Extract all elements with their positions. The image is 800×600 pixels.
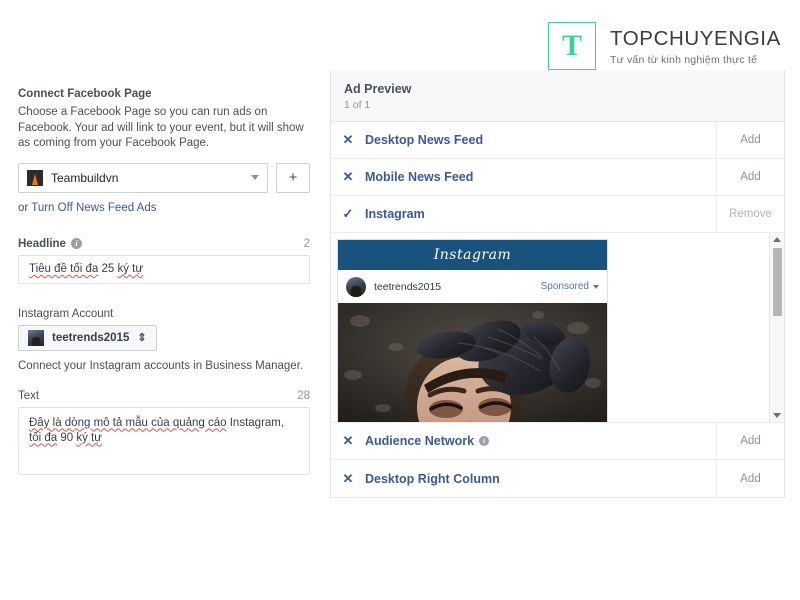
headline-value-b: 25 (98, 263, 118, 275)
brand-text: TOPCHUYENGIA Tư vấn từ kinh nghiệm thực … (610, 27, 781, 66)
preview-scrollbar[interactable] (769, 233, 784, 422)
brand-mark-icon: T (548, 22, 596, 70)
scroll-down-arrow-icon[interactable] (770, 409, 784, 422)
headline-label-row: Headline i 2 (18, 238, 310, 250)
instagram-account-value: teetrends2015 (52, 331, 130, 344)
placement-label: Instagram (365, 207, 425, 221)
page-select-value: Teambuildvn (51, 170, 119, 185)
ad-preview-panel: Ad Preview 1 of 1 ✕ Desktop News Feed Ad… (330, 70, 785, 498)
brand-tagline: Tư vấn từ kinh nghiệm thực tế (610, 53, 758, 66)
page-select-row: Teambuildvn + (18, 162, 310, 193)
placement-row-desktop-news-feed[interactable]: ✕ Desktop News Feed Add (331, 122, 784, 159)
ad-preview-title: Ad Preview (344, 82, 412, 96)
headline-value-a: Tiêu đề tối đa (29, 263, 99, 275)
headline-label-group: Headline i (18, 238, 82, 250)
brand-mark-letter: T (561, 29, 582, 62)
placement-row-mobile-news-feed[interactable]: ✕ Mobile News Feed Add (331, 159, 784, 196)
text-value-e: ký tự (76, 431, 102, 444)
avatar (346, 276, 366, 297)
close-icon[interactable]: ✕ (331, 169, 365, 185)
check-icon[interactable]: ✓ (331, 206, 365, 222)
placement-add-button[interactable]: Add (716, 423, 784, 459)
placement-add-button[interactable]: Add (716, 122, 784, 158)
ad-preview-count: 1 of 1 (344, 99, 371, 111)
placement-label: Audience Network i (365, 434, 716, 448)
ad-photo-image (338, 303, 607, 422)
placement-label: Desktop Right Column (365, 471, 500, 486)
instagram-username: teetrends2015 (374, 280, 442, 293)
text-value-c: tối đa (29, 431, 58, 444)
instagram-user-bar: teetrends2015 Sponsored (338, 270, 607, 303)
info-icon[interactable]: i (70, 238, 82, 249)
close-icon[interactable]: ✕ (331, 132, 365, 148)
close-icon[interactable]: ✕ (331, 433, 365, 449)
headline-value-c: ký tự (117, 263, 144, 275)
placement-row-instagram[interactable]: ✓ Instagram Remove (331, 196, 784, 233)
placement-remove-button[interactable]: Remove (716, 196, 784, 232)
sponsored-label: Sponsored (540, 281, 589, 292)
add-page-button[interactable]: + (276, 162, 310, 193)
turn-off-news-feed-row: or Turn Off News Feed Ads (18, 202, 310, 214)
placement-add-button[interactable]: Add (716, 159, 784, 195)
screenshot-root: T TOPCHUYENGIA Tư vấn từ kinh nghiệm thự… (0, 0, 800, 600)
text-label: Text (18, 389, 40, 402)
instagram-account-avatar (28, 329, 44, 346)
scroll-up-arrow-icon[interactable] (770, 233, 784, 246)
headline-input[interactable]: Tiêu đề tối đa 25 ký tự (18, 254, 310, 284)
placement-label: Desktop News Feed (365, 133, 484, 147)
brand-logo: T TOPCHUYENGIA Tư vấn từ kinh nghiệm thự… (548, 22, 781, 70)
ad-creative-form: Connect Facebook Page Choose a Facebook … (18, 88, 310, 475)
instagram-wordmark: Instagram (338, 240, 607, 270)
connect-page-label: Connect Facebook Page (18, 88, 152, 100)
placement-row-audience-network[interactable]: ✕ Audience Network i Add (331, 423, 784, 460)
text-counter: 28 (297, 389, 310, 402)
instagram-account-select[interactable]: teetrends2015 ⇕ (18, 324, 157, 351)
text-label-row: Text 28 (18, 390, 310, 402)
placement-label: Mobile News Feed (365, 170, 474, 184)
headline-label: Headline (18, 237, 66, 250)
text-value-d: 90 (57, 431, 77, 444)
placement-add-button[interactable]: Add (716, 460, 784, 497)
instagram-preview-body: Instagram teetrends2015 Sponsored (331, 233, 784, 423)
instagram-account-label: Instagram Account (18, 307, 114, 320)
text-textarea[interactable]: Đây là dòng mô tả mẫu của quảng cáo Inst… (18, 406, 310, 475)
info-icon[interactable]: i (479, 436, 490, 446)
placement-row-desktop-right-column[interactable]: ✕ Desktop Right Column Add (331, 460, 784, 497)
stepper-updown-icon: ⇕ (137, 332, 147, 344)
or-prefix: or (18, 201, 32, 214)
instagram-ad-card: Instagram teetrends2015 Sponsored (337, 239, 608, 422)
facebook-page-select[interactable]: Teambuildvn (18, 162, 268, 193)
sponsored-dropdown[interactable]: Sponsored (541, 281, 599, 292)
headline-counter: 2 (303, 237, 310, 250)
close-icon[interactable]: ✕ (331, 471, 365, 487)
turn-off-news-feed-ads-link[interactable]: Turn Off News Feed Ads (31, 202, 156, 214)
page-avatar (27, 169, 43, 186)
text-value-a: Đây là dòng mô tả mẫu của quảng cáo (29, 416, 227, 429)
connect-page-help: Choose a Facebook Page so you can run ad… (18, 106, 304, 149)
brand-name: TOPCHUYENGIA (610, 26, 781, 50)
chevron-down-icon (251, 175, 259, 180)
placement-label-text: Audience Network (365, 434, 475, 448)
scrollbar-thumb[interactable] (773, 248, 782, 316)
ad-photo (338, 303, 607, 422)
ad-preview-header: Ad Preview 1 of 1 (331, 70, 784, 122)
chevron-down-icon (593, 284, 599, 289)
text-value-b: Instagram, (226, 416, 285, 429)
instagram-account-note: Connect your Instagram accounts in Busin… (18, 359, 304, 372)
